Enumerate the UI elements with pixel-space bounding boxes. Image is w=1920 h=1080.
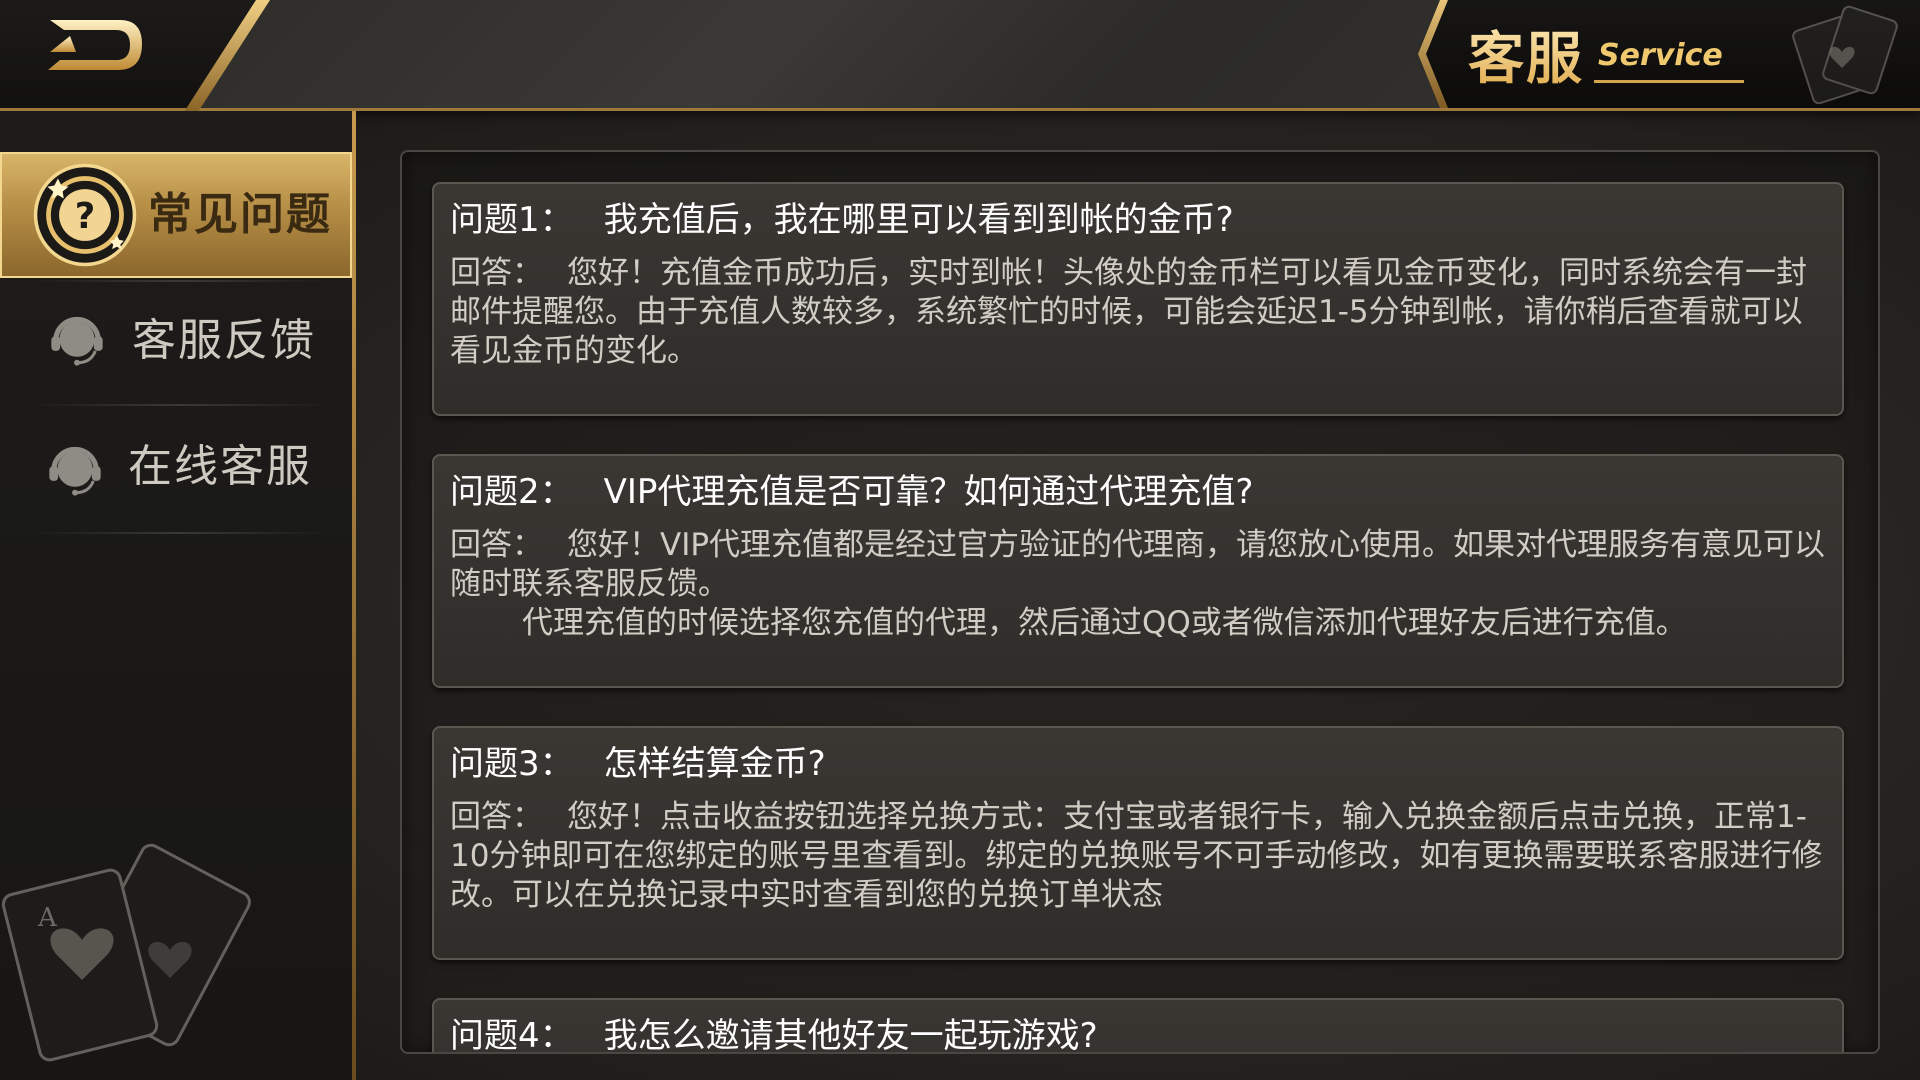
answer-label: 回答： — [450, 255, 543, 291]
faq-answer: 回答： 您好！点击收益按钮选择兑换方式：支付宝或者银行卡，输入兑换金额后点击兑换，… — [450, 798, 1828, 915]
question-label: 问题3： — [450, 744, 574, 784]
answer-text: 您好！点击收益按钮选择兑换方式：支付宝或者银行卡，输入兑换金额后点击兑换，正常1… — [450, 799, 1823, 913]
faq-card-4: 问题4： 我怎么邀请其他好友一起玩游戏? — [432, 998, 1844, 1054]
faq-answer: 回答： 您好！VIP代理充值都是经过官方验证的代理商，请您放心使用。如果对代理服务… — [450, 526, 1828, 604]
faq-question: 问题2： VIP代理充值是否可靠？如何通过代理充值? — [450, 470, 1828, 514]
headset-icon — [51, 316, 103, 366]
sidebar-divider — [352, 111, 356, 1080]
question-label: 问题4： — [450, 1016, 574, 1054]
question-label: 问题1： — [450, 200, 574, 240]
question-text: VIP代理充值是否可靠？如何通过代理充值? — [603, 472, 1254, 512]
faq-card-1: 问题1： 我充值后，我在哪里可以看到到帐的金币? 回答： 您好！充值金币成功后，实时… — [432, 182, 1844, 416]
question-text: 我怎么邀请其他好友一起玩游戏? — [603, 1016, 1098, 1054]
faq-question: 问题1： 我充值后，我在哪里可以看到到帐的金币? — [450, 198, 1828, 242]
question-label: 问题2： — [450, 472, 574, 512]
faq-answer: 回答： 您好！充值金币成功后，实时到帐！头像处的金币栏可以看见金币变化，同时系统会… — [450, 254, 1828, 371]
page-title-en: Service — [1598, 38, 1723, 73]
sidebar-item-feedback[interactable]: 客服反馈 — [0, 278, 352, 404]
answer-text: 您好！VIP代理充值都是经过官方验证的代理商，请您放心使用。如果对代理服务有意见… — [450, 527, 1826, 602]
top-bar: 客服 Service — [0, 0, 1920, 112]
faq-question: 问题4： 我怎么邀请其他好友一起玩游戏? — [450, 1014, 1828, 1054]
faq-card-3: 问题3： 怎样结算金币? 回答： 您好！点击收益按钮选择兑换方式：支付宝或者银行卡，… — [432, 726, 1844, 960]
title-underline — [1594, 80, 1744, 83]
page-title: 客服 — [1468, 14, 1584, 94]
sidebar-item-label: 常见问题 — [148, 189, 332, 240]
back-arrow-icon — [48, 20, 142, 70]
faq-answer-extra: 代理充值的时候选择您充值的代理，然后通过QQ或者微信添加代理好友后进行充值。 — [522, 605, 1687, 641]
svg-text:A: A — [37, 903, 58, 933]
sidebar-item-online-service[interactable]: 在线客服 — [0, 404, 352, 530]
svg-text:?: ? — [75, 196, 96, 237]
faq-card-2: 问题2： VIP代理充值是否可靠？如何通过代理充值? 回答： 您好！VIP代理充值都… — [432, 454, 1844, 688]
sidebar-item-label: 客服反馈 — [132, 315, 316, 366]
question-text: 我充值后，我在哪里可以看到到帐的金币? — [603, 200, 1234, 240]
faq-panel[interactable]: 问题1： 我充值后，我在哪里可以看到到帐的金币? 回答： 您好！充值金币成功后，实时… — [400, 150, 1880, 1054]
back-button[interactable] — [30, 8, 150, 88]
faq-question: 问题3： 怎样结算金币? — [450, 742, 1828, 786]
answer-label: 回答： — [450, 527, 543, 563]
answer-label: 回答： — [450, 799, 543, 835]
question-icon: ? — [33, 163, 137, 267]
sidebar-item-label: 在线客服 — [128, 441, 312, 492]
sidebar-separator — [30, 532, 330, 534]
sidebar-item-faq[interactable]: ? 常见问题 — [0, 152, 352, 278]
playing-cards-icon — [1792, 5, 1898, 104]
answer-text: 您好！充值金币成功后，实时到帐！头像处的金币栏可以看见金币变化，同时系统会有一封… — [450, 255, 1807, 369]
playing-cards-decoration: A — [1, 843, 251, 1062]
headset-icon — [49, 446, 101, 496]
question-text: 怎样结算金币? — [603, 744, 826, 784]
